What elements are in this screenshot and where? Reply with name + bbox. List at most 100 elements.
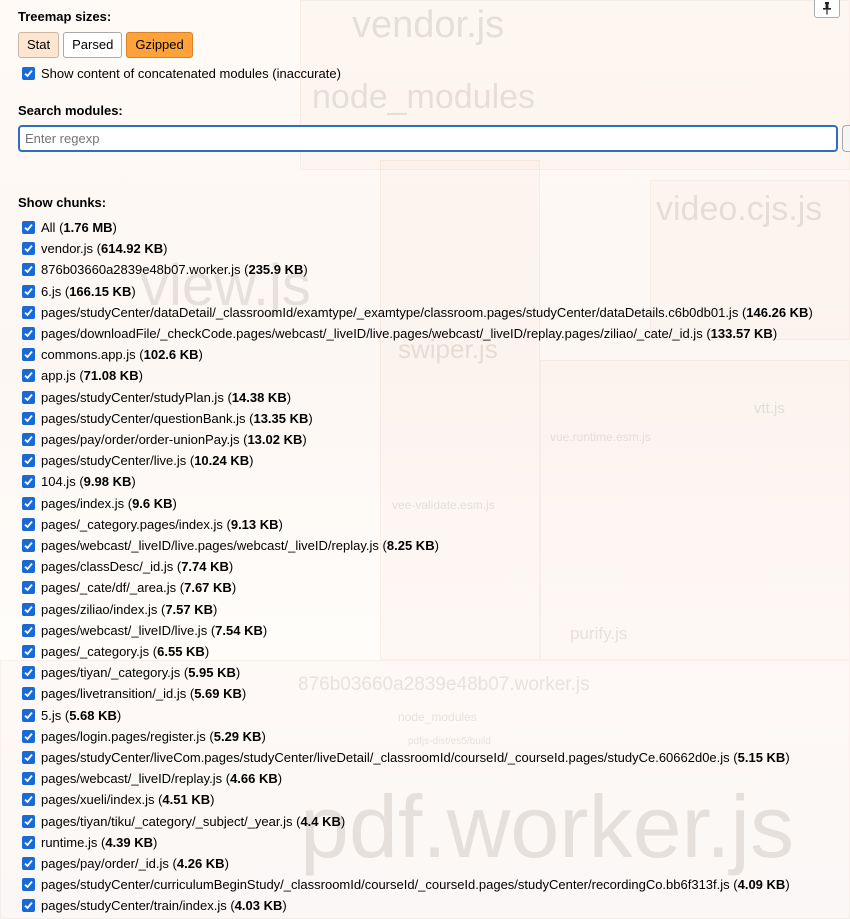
checkbox-checked-icon[interactable] (22, 899, 35, 913)
chunk-item[interactable]: pages/pay/order/_id.js (4.26 KB) (22, 856, 229, 871)
checkbox-checked-icon[interactable] (22, 602, 35, 616)
checkbox-checked-icon[interactable] (22, 772, 35, 786)
checkbox-checked-icon[interactable] (22, 857, 35, 870)
chunk-name: pages/webcast/_liveID/replay.js (41, 771, 223, 787)
show-chunks-title: Show chunks: (18, 195, 107, 210)
pin-icon (823, 1, 831, 15)
chunk-item[interactable]: vendor.js (614.92 KB) (22, 241, 168, 256)
chunk-item[interactable]: pages/classDesc/_id.js (7.74 KB) (22, 559, 233, 574)
chunk-label: pages/studyCenter/studyPlan.js (14.38 KB… (41, 389, 292, 405)
gzipped-button[interactable]: Gzipped (126, 32, 193, 58)
checkbox-checked-icon[interactable] (22, 305, 35, 319)
checkbox-checked-icon[interactable] (22, 433, 35, 446)
chunk-size: 13.35 KB (253, 410, 309, 426)
show-content-toggle[interactable]: Show content of concatenated modules (in… (22, 66, 341, 81)
search-input[interactable] (18, 125, 838, 152)
checkbox-checked-icon[interactable] (22, 814, 35, 828)
chunk-name: vendor.js (41, 241, 94, 257)
checkbox-checked-icon[interactable] (22, 645, 35, 658)
chunk-item[interactable]: pages/webcast/_liveID/replay.js (4.66 KB… (22, 771, 282, 786)
parsed-button[interactable]: Parsed (63, 32, 123, 58)
chunk-item[interactable]: pages/studyCenter/dataDetail/_classroomI… (22, 305, 813, 320)
checkbox-checked-icon[interactable] (22, 581, 35, 595)
chunk-label: pages/downloadFile/_checkCode.pages/webc… (41, 326, 778, 341)
checkbox-checked-icon[interactable] (22, 348, 35, 362)
chunk-item[interactable]: pages/tiyan/_category.js (5.95 KB) (22, 665, 240, 680)
checkbox-checked-icon[interactable] (22, 878, 35, 892)
checkbox-checked-icon[interactable] (22, 369, 35, 383)
chunk-size: 7.57 KB (165, 601, 214, 617)
checkbox-checked-icon[interactable] (22, 539, 35, 552)
chunk-label: 5.js (5.68 KB) (41, 707, 122, 723)
chunk-size: 4.66 KB (230, 771, 278, 787)
chunk-item[interactable]: pages/_cate/df/_area.js (7.67 KB) (22, 580, 236, 595)
chunk-item[interactable]: pages/studyCenter/live.js (10.24 KB) (22, 453, 253, 468)
checkbox-checked-icon[interactable] (22, 751, 35, 764)
chunk-label: All (1.76 MB) (41, 220, 117, 235)
checkbox-checked-icon[interactable] (22, 454, 35, 468)
chunk-item[interactable]: pages/xueli/index.js (4.51 KB) (22, 792, 214, 807)
chunk-item[interactable]: pages/webcast/_liveID/live.js (7.54 KB) (22, 623, 267, 638)
chunk-label: 104.js (9.98 KB) (41, 474, 136, 490)
checkbox-checked-icon[interactable] (22, 221, 35, 234)
chunk-name: pages/webcast/_liveID/live.pages/webcast… (41, 538, 379, 553)
checkbox-checked-icon[interactable] (22, 623, 35, 637)
chunk-item[interactable]: 104.js (9.98 KB) (22, 474, 136, 489)
bg-label: 876b03660a2839e48b07.worker.js (298, 674, 590, 695)
checkbox-checked-icon[interactable] (22, 835, 35, 849)
chunk-item[interactable]: pages/pay/order/order-unionPay.js (13.02… (22, 432, 307, 447)
chunk-name: pages/livetransition/_id.js (41, 686, 187, 702)
chunk-label: 876b03660a2839e48b07.worker.js (235.9 KB… (41, 262, 308, 278)
checkbox-checked-icon[interactable] (22, 390, 35, 404)
chunk-item[interactable]: pages/livetransition/_id.js (5.69 KB) (22, 686, 246, 701)
chunk-size: 4.39 KB (105, 834, 154, 850)
pin-button[interactable] (814, 0, 840, 18)
checkbox-checked-icon[interactable] (22, 496, 35, 510)
checkbox-checked-icon[interactable] (22, 242, 35, 256)
chunk-item[interactable]: pages/studyCenter/curriculumBeginStudy/_… (22, 877, 790, 892)
chunk-item[interactable]: pages/studyCenter/studyPlan.js (14.38 KB… (22, 390, 291, 405)
bg-label: vendor.js (352, 4, 505, 46)
chunk-name: pages/xueli/index.js (41, 792, 155, 808)
chunk-item[interactable]: pages/tiyan/tiku/_category/_subject/_yea… (22, 814, 345, 829)
checkbox-checked-icon[interactable] (22, 729, 35, 743)
chunk-item[interactable]: pages/ziliao/index.js (7.57 KB) (22, 602, 217, 617)
checkbox-checked-icon[interactable] (22, 67, 35, 80)
checkbox-checked-icon[interactable] (22, 411, 35, 425)
chunk-item[interactable]: pages/downloadFile/_checkCode.pages/webc… (22, 326, 777, 341)
chunk-item[interactable]: app.js (71.08 KB) (22, 368, 143, 383)
chunk-size: 8.25 KB (386, 538, 435, 553)
chunk-item[interactable]: commons.app.js (102.6 KB) (22, 347, 203, 362)
chunk-item[interactable]: All (1.76 MB) (22, 220, 117, 235)
chunk-item[interactable]: pages/index.js (9.6 KB) (22, 496, 177, 511)
checkbox-checked-icon[interactable] (22, 517, 35, 531)
chunk-item[interactable]: 5.js (5.68 KB) (22, 708, 121, 723)
checkbox-checked-icon[interactable] (22, 560, 35, 574)
chunk-size: 5.15 KB (737, 750, 786, 765)
chunk-label: pages/_category.js (6.55 KB) (41, 644, 210, 659)
chunk-item[interactable]: pages/studyCenter/questionBank.js (13.35… (22, 411, 313, 426)
checkbox-checked-icon[interactable] (22, 687, 35, 701)
checkbox-checked-icon[interactable] (22, 793, 35, 807)
clear-search-button[interactable] (842, 125, 850, 152)
chunk-item[interactable]: runtime.js (4.39 KB) (22, 835, 157, 850)
checkbox-checked-icon[interactable] (22, 284, 35, 298)
stat-button[interactable]: Stat (18, 32, 60, 58)
checkbox-checked-icon[interactable] (22, 708, 35, 722)
chunk-item[interactable]: 6.js (166.15 KB) (22, 284, 136, 299)
checkbox-checked-icon[interactable] (22, 263, 35, 277)
chunk-item[interactable]: pages/_category.js (6.55 KB) (22, 644, 209, 659)
checkbox-checked-icon[interactable] (22, 475, 35, 489)
checkbox-checked-icon[interactable] (22, 666, 35, 680)
chunk-name: pages/index.js (41, 495, 125, 511)
chunk-item[interactable]: pages/studyCenter/train/index.js (4.03 K… (22, 898, 287, 913)
chunk-item[interactable]: pages/_category.pages/index.js (9.13 KB) (22, 517, 283, 532)
checkbox-checked-icon[interactable] (22, 327, 35, 340)
chunk-size: 9.6 KB (132, 495, 173, 511)
chunk-item[interactable]: pages/webcast/_liveID/live.pages/webcast… (22, 538, 439, 553)
chunk-item[interactable]: pages/studyCenter/liveCom.pages/studyCen… (22, 750, 790, 765)
chunk-item[interactable]: pages/login.pages/register.js (5.29 KB) (22, 729, 266, 744)
chunk-size: 4.4 KB (300, 813, 341, 829)
chunk-item[interactable]: 876b03660a2839e48b07.worker.js (235.9 KB… (22, 262, 308, 277)
chunk-size: 13.02 KB (247, 432, 303, 447)
